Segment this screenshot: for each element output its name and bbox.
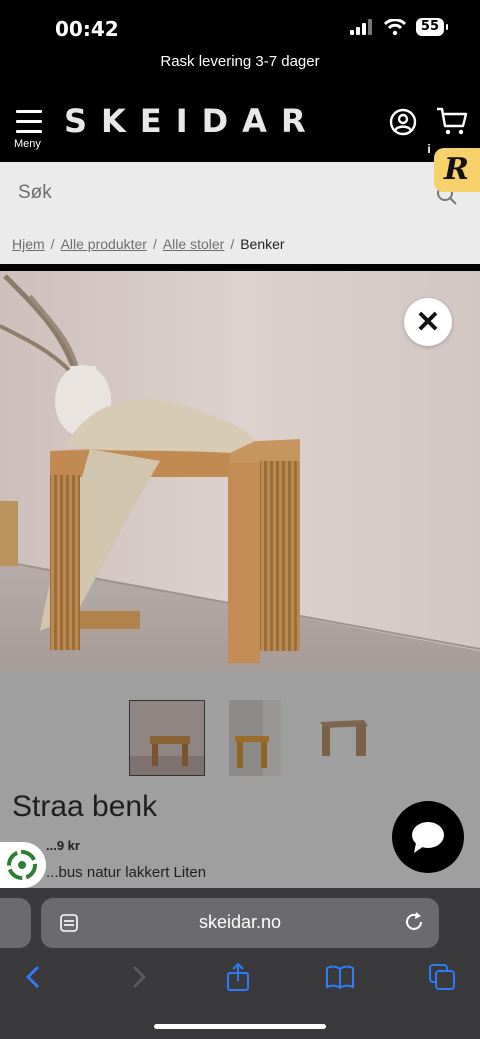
sustainability-badge[interactable] — [0, 842, 46, 888]
thumbnail-image — [229, 700, 281, 776]
breadcrumb: Hjem / Alle produkter / Alle stoler / Benker — [0, 224, 480, 264]
status-bar: 00:42 55 — [0, 0, 480, 52]
bookmarks-icon[interactable] — [325, 962, 355, 992]
cellular-signal-icon — [349, 19, 372, 35]
home-indicator — [154, 1024, 326, 1029]
close-icon: ✕ — [415, 305, 441, 339]
menu-label: Meny — [14, 138, 41, 150]
back-icon[interactable] — [20, 962, 50, 992]
promo-banner: Rask levering 3-7 dager — [0, 52, 480, 92]
skeidar-logo[interactable]: SKEIDAR — [64, 102, 320, 140]
breadcrumb-current: Benker — [240, 236, 285, 252]
product-title: Straa benk — [12, 790, 158, 823]
thumbnail-1[interactable] — [129, 700, 205, 776]
cart-icon[interactable] — [436, 106, 468, 136]
hamburger-icon — [16, 110, 42, 140]
thumbnail-image — [306, 700, 382, 776]
previous-tab-preview[interactable] — [0, 898, 31, 948]
account-icon[interactable] — [389, 108, 417, 136]
status-icons: 55 — [349, 18, 449, 36]
info-icon: i — [424, 142, 434, 158]
breadcrumb-link-home[interactable]: Hjem — [12, 236, 45, 252]
breadcrumb-link-all-chairs[interactable]: Alle stoler — [163, 236, 224, 252]
breadcrumb-separator: / — [152, 236, 157, 252]
breadcrumb-separator: / — [50, 236, 55, 252]
recycle-icon — [7, 850, 37, 880]
close-button[interactable]: ✕ — [404, 298, 452, 346]
address-bar[interactable]: skeidar.no — [41, 898, 439, 948]
search-bar[interactable]: Søk — [0, 162, 480, 224]
url-text: skeidar.no — [198, 912, 282, 932]
reload-icon[interactable] — [403, 911, 425, 933]
status-time: 00:42 — [55, 17, 119, 41]
thumbnail-2[interactable] — [229, 700, 305, 776]
wifi-icon — [383, 19, 406, 35]
r-logo-icon: R — [444, 152, 469, 187]
chat-button[interactable] — [392, 801, 464, 873]
share-icon[interactable] — [223, 962, 253, 992]
thumbnail-3[interactable] — [306, 700, 382, 776]
product-variant: ...bus natur lakkert Liten — [46, 864, 207, 881]
breadcrumb-separator: / — [230, 236, 235, 252]
site-header: Meny SKEIDAR — [0, 92, 480, 162]
breadcrumb-link-all-products[interactable]: Alle produkter — [61, 236, 147, 252]
chat-bubble-icon — [412, 822, 444, 853]
search-input[interactable]: Søk — [18, 182, 52, 204]
promo-text: Rask levering 3-7 dager — [160, 53, 320, 70]
product-price: ...9 kr — [46, 838, 80, 853]
tabs-icon[interactable] — [427, 962, 457, 992]
review-widget-badge[interactable]: i R — [424, 142, 480, 192]
menu-button[interactable]: Meny — [12, 104, 48, 152]
battery-indicator: 55 — [415, 18, 449, 36]
thumbnail-image — [130, 701, 204, 775]
forward-icon[interactable] — [122, 962, 152, 992]
